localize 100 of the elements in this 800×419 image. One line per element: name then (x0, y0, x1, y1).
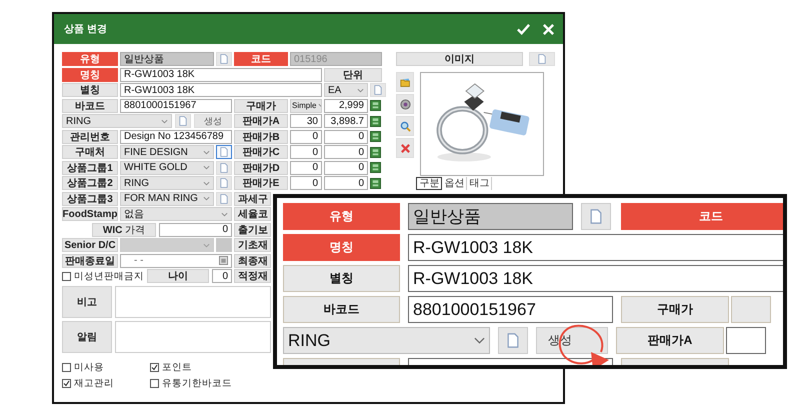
document-icon (538, 54, 546, 64)
group-select[interactable]: WHITE GOLD (120, 160, 214, 174)
image-tab[interactable]: 태그 (467, 177, 492, 190)
price-label: 판매가D (234, 160, 288, 174)
rate-field[interactable]: 30 (290, 114, 322, 128)
food-stamp-select[interactable]: 없음 (120, 207, 232, 221)
delete-button[interactable] (396, 138, 414, 158)
generate-button[interactable]: 생성 (194, 114, 232, 128)
caret-icon (474, 337, 485, 344)
delete-icon (400, 142, 411, 154)
calculator-icon[interactable] (370, 178, 381, 188)
search-icon (400, 120, 411, 132)
calculator-icon[interactable] (370, 162, 381, 173)
price-field[interactable]: 3,898.7 (324, 114, 368, 128)
rate-field[interactable]: 0 (290, 130, 322, 144)
checkbox[interactable] (150, 379, 159, 388)
image-tab[interactable]: 옵션 (442, 177, 468, 190)
checkbox[interactable] (62, 363, 71, 372)
calculator-icon[interactable] (370, 131, 381, 142)
price-field[interactable]: 0 (324, 160, 368, 174)
category-select[interactable]: RING (62, 114, 172, 128)
group-select[interactable]: RING (120, 176, 214, 190)
group-label: 구매처 (62, 145, 118, 159)
caret-icon (203, 242, 210, 248)
barcode-label: 바코드 (283, 296, 400, 323)
alias-label: 별칭 (62, 83, 118, 97)
group-select[interactable]: FINE DESIGN (120, 145, 214, 159)
document-icon (374, 85, 382, 95)
rate-field[interactable]: 0 (290, 160, 322, 174)
barcode-label: 바코드 (62, 98, 118, 112)
capture-button[interactable] (396, 94, 414, 114)
management-number-label: 관리번호 (62, 130, 118, 144)
checkbox[interactable] (62, 272, 71, 280)
price-field[interactable]: 0 (324, 130, 368, 144)
unit-select[interactable]: EA (324, 83, 368, 97)
price-mode-select[interactable]: Simple (290, 98, 322, 112)
document-button[interactable] (498, 327, 528, 354)
name-field[interactable]: R-GW1003 18K (408, 234, 783, 261)
unit-label: 단위 (324, 68, 382, 82)
note-field[interactable] (115, 321, 271, 353)
type-label: 유형 (62, 52, 118, 66)
rate-field[interactable]: 0 (290, 176, 322, 190)
image-tab[interactable]: 구분 (416, 177, 442, 190)
rate-field[interactable]: 0 (290, 145, 322, 159)
caret-icon (203, 180, 210, 186)
search-button[interactable] (396, 116, 414, 136)
price-label: 판매가E (234, 176, 288, 190)
check-icon[interactable] (517, 22, 530, 36)
caret-icon (203, 165, 210, 170)
option-label: 유통기한바코드 (162, 377, 232, 390)
purchase-price-label: 구매가 (621, 296, 729, 323)
category-select[interactable]: RING (283, 327, 490, 354)
option-label: 미사용 (74, 361, 104, 374)
price-field[interactable]: 0 (324, 145, 368, 159)
management-number-field[interactable]: Design No 123456789 (120, 130, 232, 144)
field-label: 과세구 (234, 192, 271, 206)
rate-field[interactable] (726, 327, 766, 354)
price-field[interactable]: 2,999 (324, 98, 368, 112)
field-label: 최종재 (234, 254, 271, 268)
name-label: 명칭 (62, 68, 118, 82)
calculator-icon[interactable] (370, 146, 381, 158)
window-title: 상품 변경 (64, 23, 107, 36)
age-field[interactable]: 0 (212, 269, 232, 283)
barcode-field[interactable]: 8801000151967 (408, 296, 613, 323)
document-icon (179, 116, 187, 126)
image-label: 이미지 (396, 52, 523, 66)
food-stamp-label: FoodStamp (62, 207, 118, 221)
field-label: 기초재 (234, 238, 271, 252)
name-field[interactable]: R-GW1003 18K (120, 68, 322, 82)
price-label: 구매가 (234, 98, 288, 112)
alias-field[interactable]: R-GW1003 18K (408, 265, 783, 292)
caret-icon (161, 118, 168, 124)
calculator-icon[interactable] (370, 100, 381, 111)
type-field[interactable]: 일반상품 (408, 203, 573, 230)
type-field[interactable]: 일반상품 (120, 52, 214, 66)
document-icon (220, 54, 228, 64)
close-icon[interactable] (542, 22, 555, 36)
group-select[interactable]: FOR MAN RING (120, 192, 214, 206)
note-field[interactable] (115, 286, 271, 318)
barcode-field[interactable]: 8801000151967 (120, 98, 232, 112)
field-label: 적정재 (234, 269, 271, 283)
senior-discount-label: Senior D/C (62, 238, 118, 252)
document-button[interactable] (581, 203, 611, 230)
caret-icon (357, 88, 364, 92)
price-label: 판매가B (234, 130, 288, 144)
calculator-icon[interactable] (370, 116, 381, 126)
open-button[interactable] (396, 72, 414, 92)
checkbox[interactable] (62, 379, 71, 388)
alias-field[interactable]: R-GW1003 18K (120, 83, 322, 97)
wic-price-field[interactable]: 0 (159, 222, 232, 236)
price-field[interactable]: 0 (324, 176, 368, 190)
document-button[interactable] (216, 145, 232, 159)
name-label: 명칭 (283, 234, 400, 261)
group-label: 상품그룹1 (62, 160, 118, 174)
price-label: 판매가C (234, 145, 288, 159)
sale-price-label: 판매가A (616, 327, 724, 354)
calendar-icon[interactable] (219, 256, 228, 265)
end-date-field[interactable]: - - (120, 254, 232, 268)
option-label: 포인트 (162, 361, 192, 374)
checkbox[interactable] (150, 363, 159, 372)
